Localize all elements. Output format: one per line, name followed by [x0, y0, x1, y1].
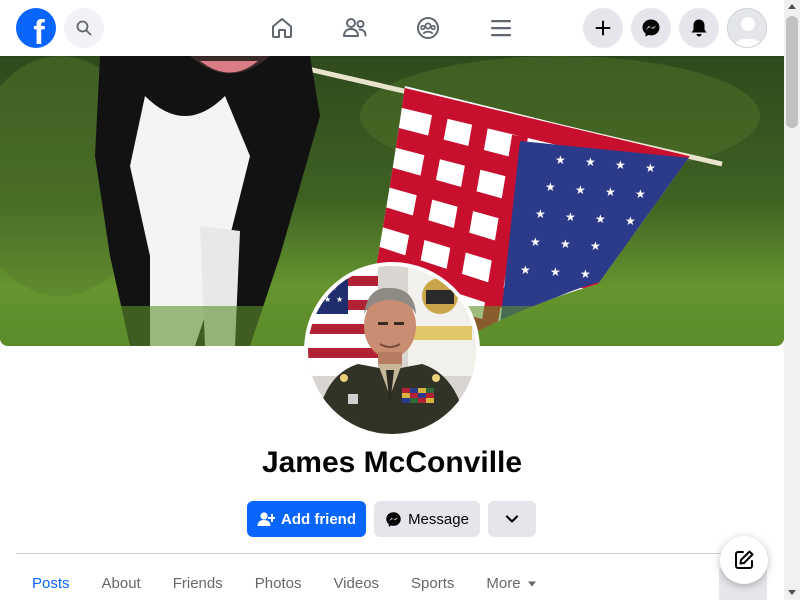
menu-icon — [491, 20, 511, 37]
friends-icon — [343, 18, 367, 37]
svg-text:★: ★ — [635, 187, 646, 201]
svg-text:★: ★ — [645, 161, 656, 175]
nav-home-button[interactable] — [262, 8, 302, 48]
svg-text:★: ★ — [585, 155, 596, 169]
compose-icon — [735, 550, 754, 569]
groups-icon — [417, 17, 439, 39]
profile-divider — [16, 553, 768, 554]
profile-page: f ★ ★ ★ ★ ★ ★ ★ ★ ★ ★ ★ ★ ★ ★ ★ ★ ★ ★ ★ … — [0, 0, 800, 600]
default-avatar-icon — [728, 9, 766, 47]
nav-friends-button[interactable] — [335, 8, 375, 48]
tab-more[interactable]: More — [470, 564, 552, 600]
scroll-up-arrow-icon[interactable] — [788, 4, 796, 9]
tab-videos[interactable]: Videos — [317, 564, 395, 600]
plus-icon — [595, 20, 611, 36]
top-navigation-bar: f — [0, 0, 784, 56]
tab-sports[interactable]: Sports — [395, 564, 470, 600]
svg-text:★: ★ — [575, 183, 586, 197]
scroll-down-arrow-icon[interactable] — [788, 590, 796, 595]
profile-photo-illustration: ★★★ ★★ ★★★ — [308, 266, 476, 434]
messenger-icon — [642, 19, 660, 37]
svg-text:★: ★ — [535, 207, 546, 221]
search-button[interactable] — [64, 8, 104, 48]
tab-posts[interactable]: Posts — [16, 564, 86, 600]
chevron-down-icon — [505, 515, 519, 523]
svg-text:★: ★ — [625, 214, 636, 228]
svg-text:★: ★ — [595, 212, 606, 226]
svg-text:★: ★ — [545, 180, 556, 194]
scroll-thumb[interactable] — [786, 16, 798, 128]
svg-text:★: ★ — [520, 263, 531, 277]
new-message-button[interactable] — [720, 536, 768, 584]
profile-picture[interactable]: ★★★ ★★ ★★★ — [304, 262, 480, 438]
tab-friends[interactable]: Friends — [157, 564, 239, 600]
tab-about[interactable]: About — [86, 564, 157, 600]
svg-text:★: ★ — [615, 158, 626, 172]
home-icon — [272, 18, 292, 38]
svg-text:★: ★ — [550, 265, 561, 279]
caret-down-icon — [527, 581, 536, 587]
messenger-icon — [385, 511, 402, 528]
message-button[interactable]: Message — [374, 501, 480, 537]
tab-more-label: More — [486, 575, 521, 592]
svg-text:★: ★ — [555, 153, 566, 167]
account-avatar[interactable] — [727, 8, 767, 48]
nav-menu-button[interactable] — [481, 8, 521, 48]
messenger-button[interactable] — [631, 8, 671, 48]
add-friend-label: Add friend — [281, 510, 356, 528]
create-button[interactable] — [583, 8, 623, 48]
svg-text:★: ★ — [590, 239, 601, 253]
svg-text:★: ★ — [560, 237, 571, 251]
svg-text:★: ★ — [580, 267, 591, 281]
bell-icon — [691, 19, 707, 37]
profile-tabs: Posts About Friends Photos Videos Sports… — [16, 564, 553, 600]
message-label: Message — [408, 510, 469, 528]
svg-text:★: ★ — [336, 295, 343, 304]
svg-text:★: ★ — [565, 210, 576, 224]
search-icon — [76, 20, 92, 36]
facebook-logo-icon[interactable]: f — [16, 8, 56, 48]
notifications-button[interactable] — [679, 8, 719, 48]
tab-photos[interactable]: Photos — [239, 564, 318, 600]
more-actions-button[interactable] — [488, 501, 536, 537]
svg-text:★: ★ — [324, 295, 331, 304]
add-friend-icon — [257, 511, 275, 527]
svg-text:★: ★ — [530, 235, 541, 249]
profile-name: James McConville — [261, 446, 523, 479]
add-friend-button[interactable]: Add friend — [247, 501, 366, 537]
page-scrollbar[interactable] — [784, 0, 800, 600]
nav-groups-button[interactable] — [408, 8, 448, 48]
svg-text:★: ★ — [605, 185, 616, 199]
